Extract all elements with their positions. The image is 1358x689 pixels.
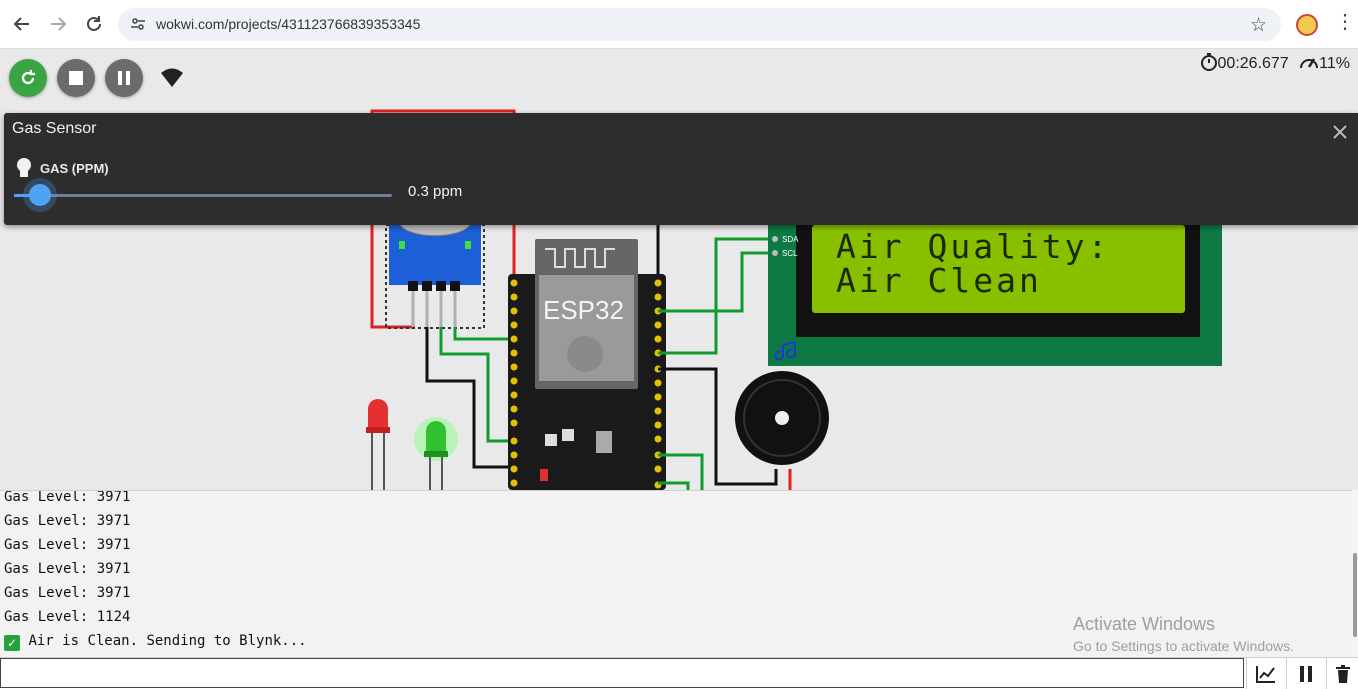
address-bar[interactable]: wokwi.com/projects/431123766839353345 ☆ — [118, 8, 1281, 41]
clear-console-button[interactable] — [1326, 658, 1358, 689]
console-line: Gas Level: 3971 — [4, 537, 131, 553]
pause-icon — [1300, 665, 1312, 682]
console-line: Gas Level: 3971 — [4, 561, 131, 577]
console-line: Gas Level: 3971 — [4, 490, 131, 505]
gas-sensor-module[interactable] — [385, 224, 485, 329]
green-led[interactable] — [414, 417, 458, 490]
console-pause-button[interactable] — [1286, 658, 1325, 689]
menu-kebab-icon[interactable]: ⋮ — [1335, 12, 1355, 32]
serial-input-bar — [0, 657, 1358, 689]
simulation-canvas: 00:26.677 11% ESP32 SDA SCL Air Quality:… — [0, 49, 1358, 490]
reload-icon[interactable] — [82, 12, 106, 36]
windows-watermark-title: Activate Windows — [1073, 614, 1216, 634]
check-icon: ✓ — [4, 635, 20, 651]
buzzer[interactable] — [735, 371, 829, 465]
console-line: Gas Level: 1124 — [4, 609, 131, 625]
plotter-button[interactable] — [1246, 658, 1285, 689]
gas-slider-thumb[interactable] — [29, 184, 51, 206]
gas-slider-track[interactable] — [14, 194, 392, 197]
panel-title: Gas Sensor — [12, 120, 97, 137]
gas-ppm-label: GAS (PPM) — [40, 161, 109, 176]
forward-arrow-icon[interactable] — [46, 12, 70, 36]
console-scroll-thumb[interactable] — [1353, 553, 1357, 637]
site-info-icon[interactable] — [130, 16, 146, 32]
console-line-status: ✓ Air is Clean. Sending to Blynk... — [4, 633, 307, 651]
gas-sensor-panel: Gas Sensor GAS (PPM) 0.3 ppm — [4, 113, 1358, 225]
bookmark-star-icon[interactable]: ☆ — [1250, 14, 1267, 37]
back-arrow-icon[interactable] — [10, 12, 34, 36]
bulb-icon — [17, 158, 31, 177]
url-text: wokwi.com/projects/431123766839353345 — [156, 16, 421, 32]
lcd-line-2: Air Clean — [836, 261, 1042, 300]
chart-icon — [1256, 665, 1275, 683]
trash-icon — [1336, 664, 1350, 683]
lcd-pin-sda: SDA — [782, 235, 799, 244]
console-line: Gas Level: 3971 — [4, 585, 131, 601]
red-led[interactable] — [366, 399, 390, 490]
gas-value: 0.3 ppm — [408, 183, 463, 200]
console-line: Gas Level: 3971 — [4, 513, 131, 529]
lcd-pin-scl: SCL — [782, 249, 798, 258]
close-icon[interactable] — [1330, 122, 1350, 142]
console-line-text: Air is Clean. Sending to Blynk... — [28, 633, 307, 649]
serial-input[interactable] — [0, 658, 1244, 688]
chip-label: ESP32 — [543, 295, 624, 325]
browser-toolbar: wokwi.com/projects/431123766839353345 ☆ … — [0, 0, 1358, 49]
windows-watermark-subtitle: Go to Settings to activate Windows. — [1073, 638, 1294, 654]
profile-avatar[interactable] — [1296, 14, 1318, 36]
esp32-board[interactable] — [508, 239, 666, 490]
